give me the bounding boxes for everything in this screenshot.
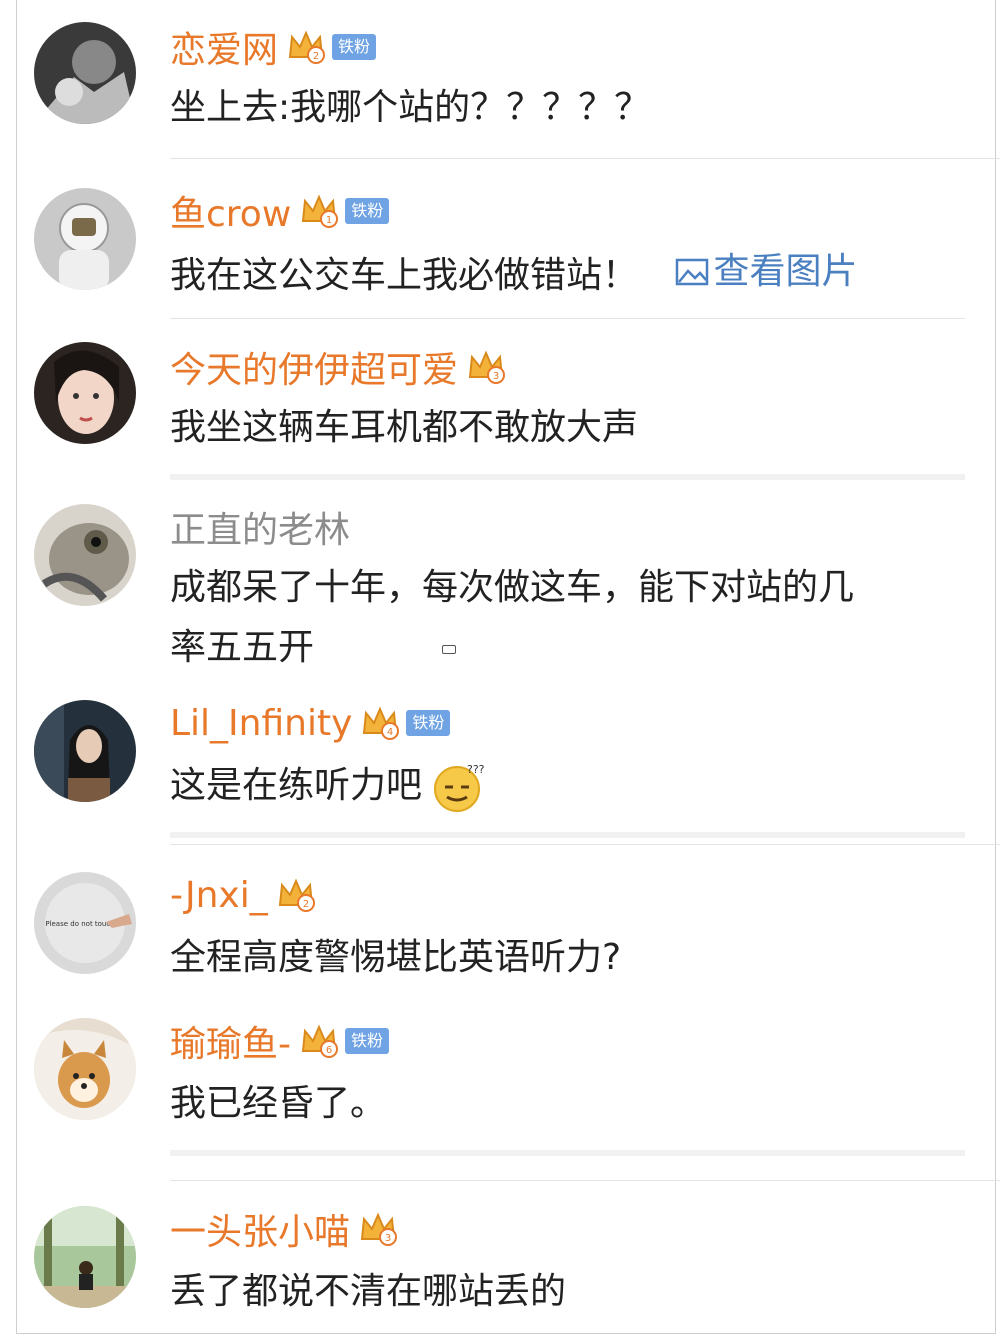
username[interactable]: 恋爱网 bbox=[170, 21, 278, 73]
comment-text-line2: 率五五开 bbox=[170, 627, 315, 668]
avatar[interactable] bbox=[34, 342, 136, 444]
view-image-label[interactable]: 查看图片 bbox=[713, 242, 857, 302]
username[interactable]: 今天的伊伊超可爱 bbox=[170, 341, 458, 393]
crown-icon: 1 bbox=[299, 191, 339, 231]
comment-text: 我坐这辆车耳机都不敢放大声 bbox=[170, 407, 639, 448]
comment-list-frame bbox=[16, 0, 996, 1334]
svg-text:3: 3 bbox=[493, 371, 499, 382]
avatar[interactable] bbox=[34, 22, 136, 124]
svg-text:1: 1 bbox=[326, 215, 332, 226]
svg-text:2: 2 bbox=[313, 51, 319, 62]
view-image-link[interactable]: 查看图片 bbox=[675, 242, 857, 302]
username[interactable]: Lil_Infinity bbox=[170, 703, 352, 744]
divider bbox=[170, 474, 965, 480]
divider bbox=[170, 1180, 1000, 1181]
fan-badge: 铁粉 bbox=[345, 198, 390, 224]
avatar[interactable] bbox=[34, 700, 136, 802]
comment-text-line1: 成都呆了十年，每次做这车，能下对站的几 bbox=[170, 567, 855, 608]
avatar[interactable] bbox=[34, 504, 136, 606]
svg-text:4: 4 bbox=[387, 727, 393, 738]
divider bbox=[170, 1150, 965, 1156]
fan-badge: 铁粉 bbox=[332, 34, 377, 60]
svg-text:2: 2 bbox=[303, 899, 309, 910]
crown-icon: 6 bbox=[299, 1021, 339, 1061]
username[interactable]: 鱼crow bbox=[170, 185, 291, 237]
fan-badge: 铁粉 bbox=[406, 710, 451, 736]
avatar[interactable] bbox=[34, 1206, 136, 1308]
crown-icon: 2 bbox=[276, 875, 316, 915]
comment-text-row: 我在这公交车上我必做错站！ 查看图片 bbox=[170, 242, 857, 306]
comment-text: 这是在练听力吧 bbox=[170, 765, 423, 806]
divider bbox=[170, 832, 965, 838]
crown-icon: 3 bbox=[358, 1209, 398, 1249]
svg-text:6: 6 bbox=[326, 1045, 332, 1056]
avatar[interactable] bbox=[34, 188, 136, 290]
fan-badge: 铁粉 bbox=[345, 1028, 390, 1054]
username[interactable]: 一头张小喵 bbox=[170, 1203, 350, 1255]
crown-icon: 3 bbox=[466, 347, 506, 387]
svg-text:???: ??? bbox=[467, 763, 485, 776]
crown-icon: 4 bbox=[360, 703, 400, 743]
avatar[interactable] bbox=[34, 1018, 136, 1120]
username[interactable]: 瑜瑜鱼- bbox=[170, 1015, 291, 1067]
username[interactable]: -Jnxi_ bbox=[170, 875, 268, 916]
crown-icon: 2 bbox=[286, 27, 326, 67]
confused-emoji-icon: ??? bbox=[434, 763, 485, 812]
avatar[interactable]: Please do not touch bbox=[34, 872, 136, 974]
comment-text-row: 这是在练听力吧 ??? bbox=[170, 756, 485, 816]
comment-text: 全程高度警惕堪比英语听力? bbox=[170, 937, 622, 978]
input-cursor-icon bbox=[442, 645, 456, 654]
divider bbox=[170, 844, 1000, 845]
svg-text:3: 3 bbox=[385, 1233, 391, 1244]
comment-text: 我在这公交车上我必做错站！ bbox=[170, 255, 639, 296]
svg-text:Please do not touch: Please do not touch bbox=[45, 920, 114, 928]
divider bbox=[170, 318, 965, 319]
comment-text: 丢了都说不清在哪站丢的 bbox=[170, 1271, 567, 1312]
image-icon bbox=[676, 258, 709, 286]
comment-text: 我已经昏了。 bbox=[170, 1083, 387, 1124]
username[interactable]: 正直的老林 bbox=[170, 501, 350, 553]
comment-text: 坐上去:我哪个站的？？？？？ bbox=[170, 87, 651, 128]
divider bbox=[170, 158, 1000, 159]
